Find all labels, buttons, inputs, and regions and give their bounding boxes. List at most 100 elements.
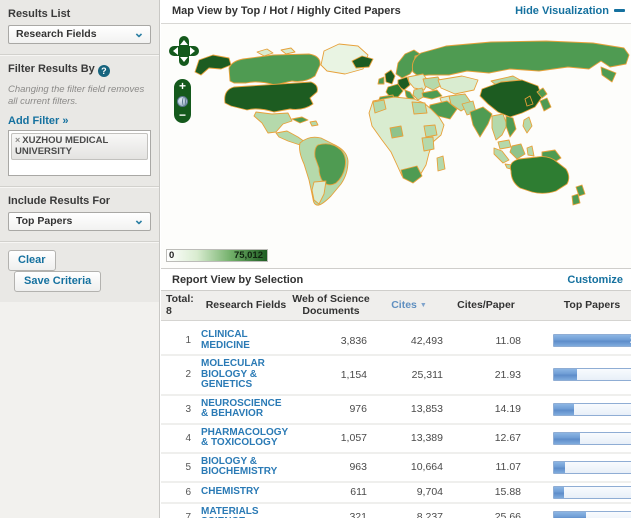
filter-list-box: × XUZHOU MEDICAL UNIVERSITY [8, 130, 151, 176]
cites-per-paper-cell: 14.19 [494, 403, 521, 415]
top-papers-bar-cell: 2 [553, 485, 631, 499]
add-filter-link[interactable]: Add Filter » [8, 115, 69, 130]
top-papers-bar-cell: 2 [553, 460, 631, 474]
legend-min-label: 0 [169, 250, 175, 261]
save-criteria-button[interactable]: Save Criteria [14, 271, 102, 292]
include-results-value: Top Papers [16, 215, 73, 227]
rank-cell: 4 [185, 432, 191, 444]
bar-fill [554, 486, 564, 498]
map-view-header: Map View by Top / Hot / Highly Cited Pap… [161, 0, 631, 24]
documents-cell: 611 [350, 486, 367, 498]
field-link[interactable]: MATERIALS SCIENCE [201, 506, 291, 518]
include-results-label: Include Results For [8, 195, 111, 207]
field-link[interactable]: NEUROSCIENCE & BEHAVIOR [201, 398, 291, 420]
esi-page: Results List Research Fields ⌄ Filter Re… [0, 0, 631, 518]
top-papers-bar: 8 [553, 510, 631, 518]
bar-fill [554, 403, 575, 415]
rank-cell: 1 [185, 335, 191, 346]
table-row: 3 NEUROSCIENCE & BEHAVIOR 976 13,853 14.… [161, 395, 631, 425]
filter-section: Filter Results By? Changing the filter f… [0, 54, 159, 186]
column-header-top-papers[interactable]: Top Papers [553, 299, 631, 312]
chevron-down-icon: ⌄ [133, 212, 145, 227]
top-papers-bar: 2 [553, 485, 631, 499]
top-papers-bar-cell: 8 [553, 510, 631, 518]
chevron-down-icon: ⌄ [133, 25, 145, 40]
documents-cell: 963 [349, 461, 367, 473]
field-link[interactable]: CHEMISTRY [201, 486, 291, 498]
bar-fill [554, 511, 586, 518]
top-papers-bar: 28 [553, 334, 631, 347]
map-pan-control[interactable] [169, 36, 199, 66]
column-header-cites-paper[interactable]: Cites/Paper [447, 299, 525, 312]
cites-cell: 9,704 [416, 486, 443, 498]
field-link[interactable]: CLINICAL MEDICINE [201, 329, 291, 351]
field-link[interactable]: BIOLOGY & BIOCHEMISTRY [201, 456, 291, 478]
column-header-cites[interactable]: Cites ▼ [371, 299, 447, 312]
rank-cell: 5 [185, 461, 191, 473]
field-link[interactable]: PHARMACOLOGY & TOXICOLOGY [201, 427, 291, 449]
top-papers-bar: 6 [553, 431, 631, 445]
top-papers-bar-cell: 5 [553, 368, 631, 382]
sort-descending-icon: ▼ [419, 301, 427, 309]
results-list-label: Results List [8, 8, 71, 20]
bar-fill [554, 369, 577, 381]
legend-max-label: 75,012 [233, 250, 263, 261]
field-link[interactable]: MOLECULAR BIOLOGY & GENETICS [201, 358, 291, 391]
map-zoom-control: + − [174, 79, 191, 123]
column-header-research-fields[interactable]: Research Fields [201, 299, 291, 312]
zoom-out-button[interactable]: − [179, 109, 186, 121]
cites-cell: 13,853 [410, 403, 443, 415]
report-view-header: Report View by Selection Customize [161, 268, 631, 291]
table-row: 5 BIOLOGY & BIOCHEMISTRY 963 10,664 11.0… [161, 453, 631, 483]
top-papers-bar: 2 [553, 460, 631, 474]
map-panel: + − 0 75,012 [161, 24, 631, 268]
rank-cell: 7 [185, 511, 191, 518]
clear-button[interactable]: Clear [8, 250, 56, 271]
rank-cell: 6 [185, 486, 191, 498]
sidebar-buttons: Clear Save Criteria [0, 241, 159, 302]
table-header-row: Total: 8 Research Fields Web of Science … [161, 291, 631, 321]
documents-cell: 321 [349, 511, 367, 518]
map-legend: 0 75,012 [166, 249, 268, 262]
filter-chip-label: XUZHOU MEDICAL UNIVERSITY [15, 135, 109, 157]
cites-per-paper-cell: 25.66 [494, 511, 521, 518]
rank-cell: 2 [185, 369, 191, 381]
top-papers-bar-cell: 28 [553, 334, 631, 347]
include-results-select[interactable]: Top Papers ⌄ [8, 212, 151, 231]
filter-note: Changing the filter field removes all cu… [8, 84, 145, 107]
column-header-documents[interactable]: Web of Science Documents [291, 293, 371, 317]
help-icon[interactable]: ? [97, 65, 110, 77]
top-papers-bar-cell: 6 [553, 431, 631, 445]
documents-cell: 3,836 [340, 334, 367, 347]
main-panel: Map View by Top / Hot / Highly Cited Pap… [161, 0, 631, 518]
cites-per-paper-cell: 12.67 [494, 432, 521, 444]
top-papers-bar-cell: 5 [553, 402, 631, 416]
world-map[interactable] [161, 24, 631, 268]
top-papers-bar: 5 [553, 402, 631, 416]
results-list-value: Research Fields [16, 28, 97, 40]
cites-cell: 42,493 [410, 334, 443, 347]
documents-cell: 976 [349, 403, 367, 415]
globe-icon[interactable] [177, 95, 188, 107]
filter-chip[interactable]: × XUZHOU MEDICAL UNIVERSITY [11, 133, 148, 160]
cites-cell: 13,389 [410, 432, 443, 444]
hide-visualization-link[interactable]: Hide Visualization [515, 0, 625, 23]
minimize-icon [614, 9, 625, 12]
results-table-body: 1 CLINICAL MEDICINE 3,836 42,493 11.08 2… [161, 321, 631, 518]
results-list-section: Results List Research Fields ⌄ [0, 0, 159, 54]
cites-cell: 8,237 [416, 511, 443, 518]
documents-cell: 1,057 [340, 432, 367, 444]
customize-link[interactable]: Customize [567, 269, 623, 290]
cites-per-paper-cell: 11.08 [495, 334, 522, 347]
remove-filter-icon[interactable]: × [15, 135, 20, 145]
cites-per-paper-cell: 15.88 [494, 486, 521, 498]
zoom-in-button[interactable]: + [179, 80, 186, 92]
cites-per-paper-cell: 11.07 [495, 461, 522, 473]
bar-fill [554, 432, 581, 444]
sidebar: Results List Research Fields ⌄ Filter Re… [0, 0, 160, 518]
top-papers-bar: 5 [553, 368, 631, 382]
table-row: 6 CHEMISTRY 611 9,704 15.88 2 [161, 482, 631, 504]
results-list-select[interactable]: Research Fields ⌄ [8, 25, 151, 44]
report-view-title: Report View by Selection [172, 274, 304, 286]
table-row: 4 PHARMACOLOGY & TOXICOLOGY 1,057 13,389… [161, 424, 631, 454]
